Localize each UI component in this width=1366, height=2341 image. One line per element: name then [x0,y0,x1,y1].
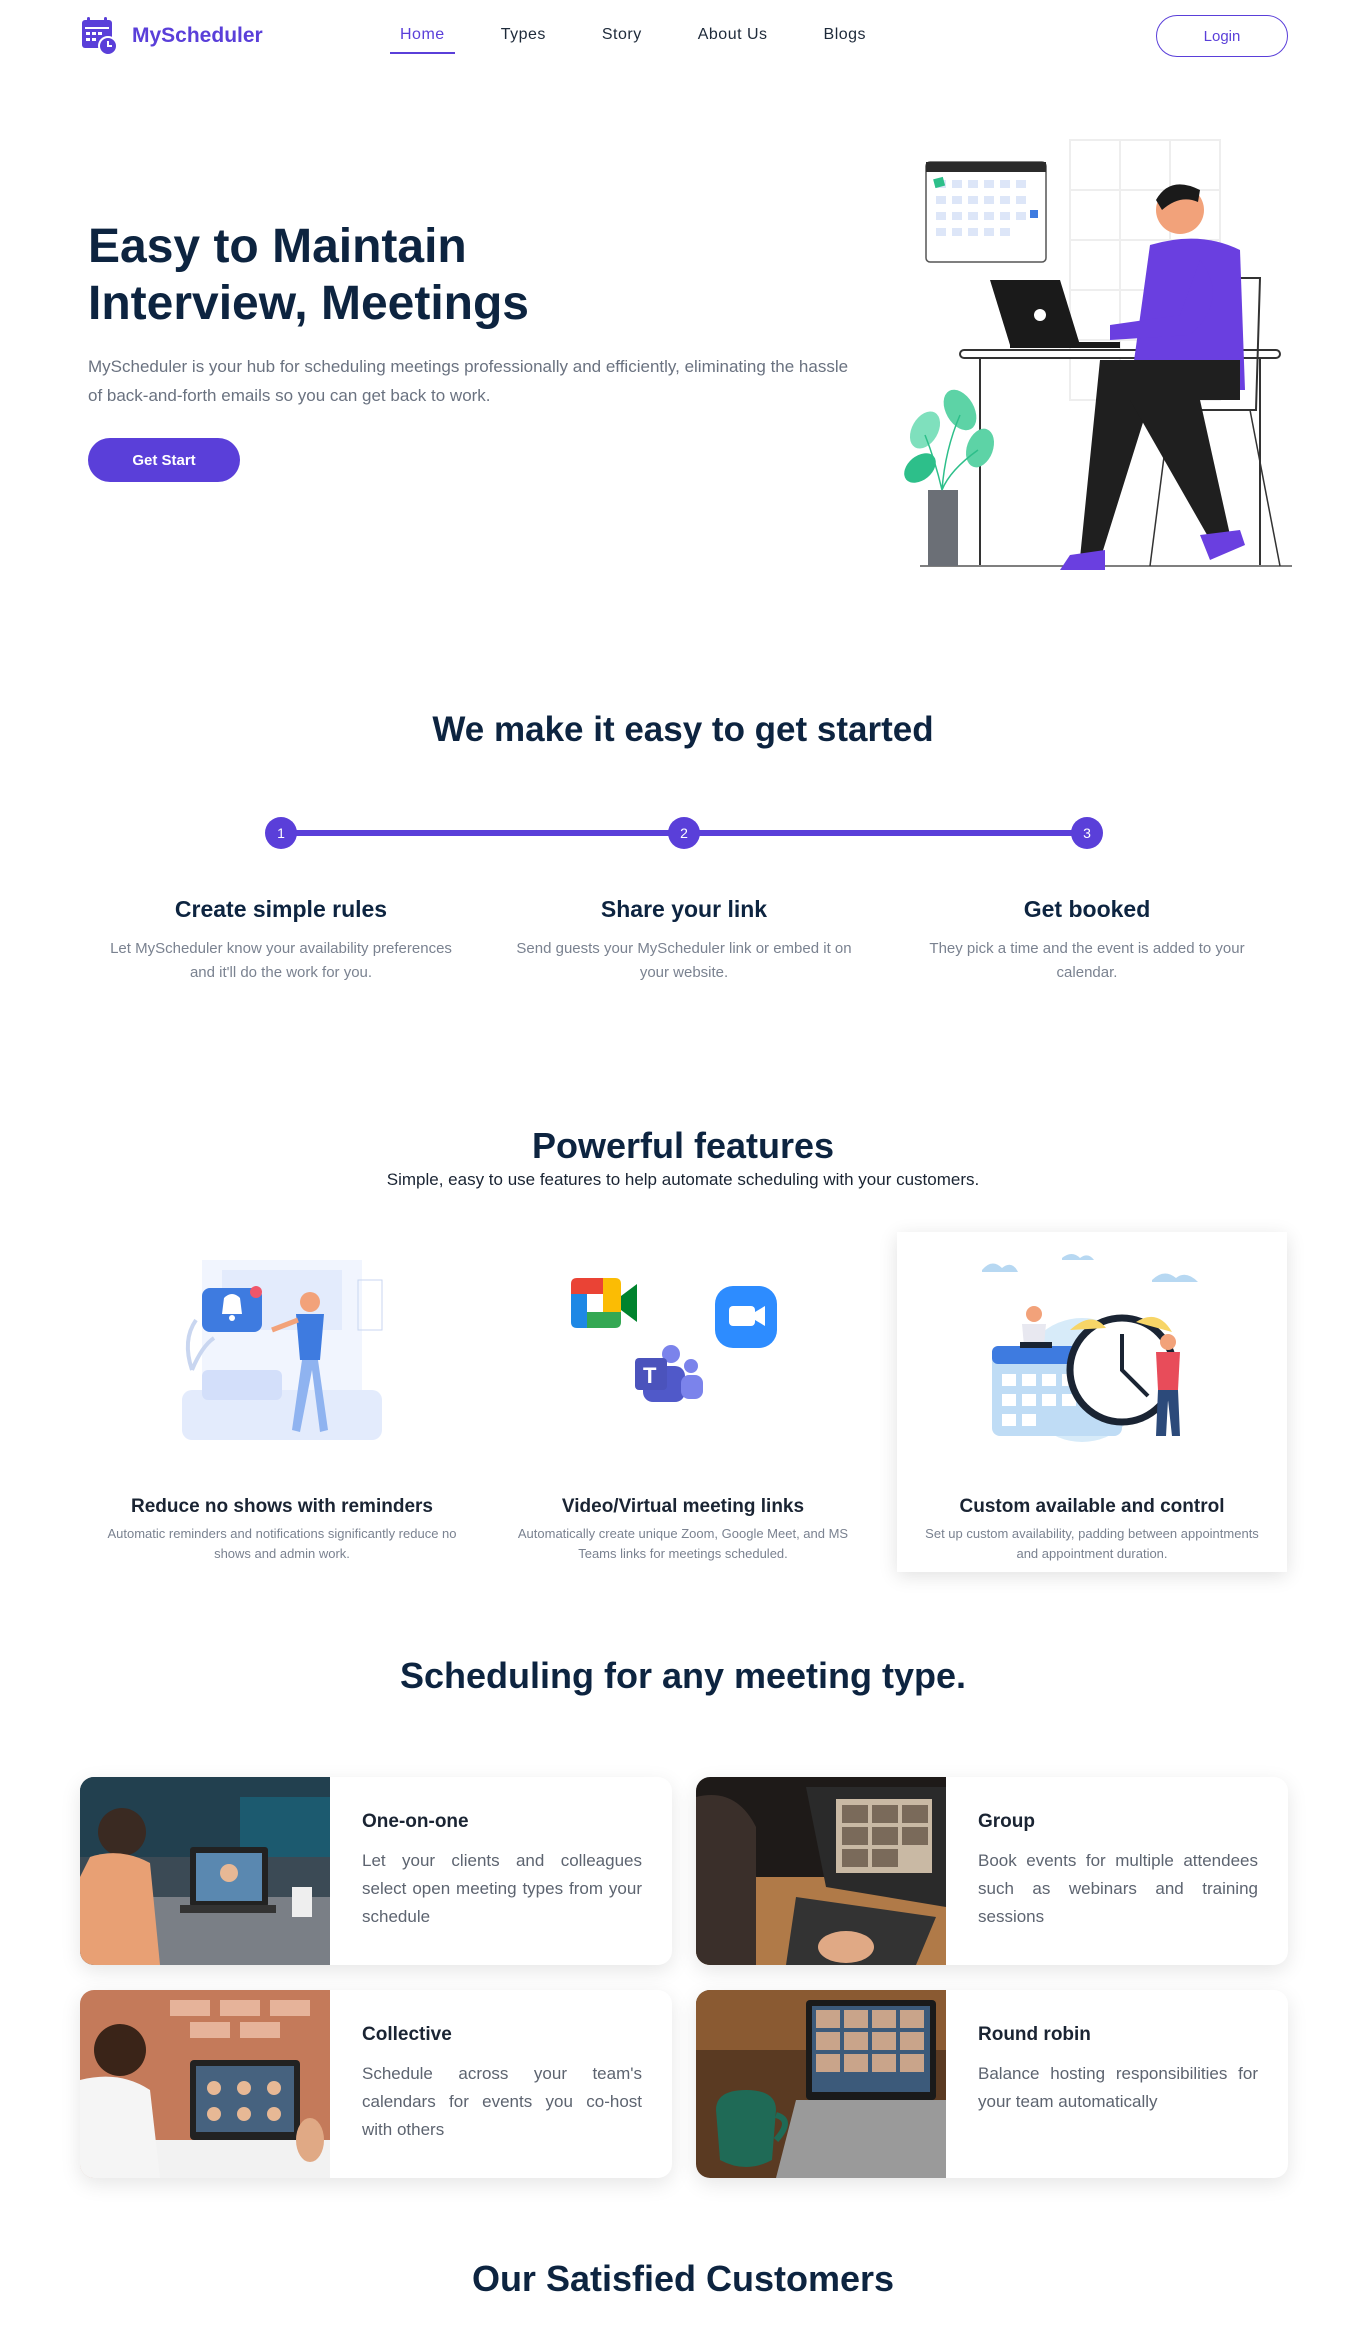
features-title: Powerful features [531,1125,835,1166]
top-navigation: MyScheduler Home Types Story About Us Bl… [0,0,1366,76]
collective-photo [80,1990,330,2178]
feature-title: Video/Virtual meeting links [561,1496,805,1517]
nav-links: Home Types Story About Us Blogs [390,26,922,54]
step-description: Send guests your MyScheduler link or emb… [516,940,852,981]
step-number-2: 2 [668,817,700,849]
brand-name: MyScheduler [132,24,263,47]
meeting-type-card-one-on-one[interactable]: One-on-one Let your clients and colleagu… [80,1777,672,1965]
feature-card-video: T Video/Virtual meeting links Automatica… [488,1232,878,1572]
svg-text:T: T [643,1363,657,1388]
clock-calendar-illustration [982,1254,1198,1442]
feature-card-custom-availability: Custom available and control Set up cust… [897,1232,1287,1572]
calendar-clock-icon [82,17,118,56]
ms-teams-icon: T [635,1345,703,1402]
meeting-type-description: Let your clients and colleagues select o… [362,1851,642,1926]
meeting-type-card-round-robin[interactable]: Round robin Balance hosting responsibili… [696,1990,1288,2178]
step-title: Get booked [1023,896,1151,922]
meeting-types-title: Scheduling for any meeting type. [399,1655,967,1696]
meeting-type-name: Collective [362,2024,452,2045]
hero-description: MyScheduler is your hub for scheduling m… [88,357,849,405]
feature-title: Reduce no shows with reminders [131,1496,433,1517]
login-button[interactable]: Login [1156,15,1288,57]
one-on-one-photo [80,1777,330,1965]
nav-link-story[interactable]: Story [602,26,642,54]
meeting-type-name: One-on-one [362,1811,469,1832]
customers-title: Our Satisfied Customers [471,2258,895,2299]
nav-link-types[interactable]: Types [501,26,546,54]
meeting-type-card-collective[interactable]: Collective Schedule across your team's c… [80,1990,672,2178]
step-card-2: Share your link Send guests your MySched… [504,896,864,985]
feature-description: Automatic reminders and notifications si… [107,1526,457,1561]
steps-title: We make it easy to get started [432,710,934,749]
feature-description: Automatically create unique Zoom, Google… [517,1526,849,1561]
nav-link-about-us[interactable]: About Us [698,26,768,54]
hero-title-line-2: Interview, Meetings [88,277,529,330]
brand[interactable]: MyScheduler [80,16,263,56]
meeting-type-name: Round robin [978,2024,1091,2045]
google-meet-icon [571,1278,637,1328]
step-number-1: 1 [265,817,297,849]
group-photo [696,1777,946,1965]
step-card-3: Get booked They pick a time and the even… [907,896,1267,985]
meeting-type-card-group[interactable]: Group Book events for multiple attendees… [696,1777,1288,1965]
step-card-1: Create simple rules Let MyScheduler know… [101,896,461,985]
nav-link-blogs[interactable]: Blogs [824,26,867,54]
meeting-type-description: Schedule across your team's calendars fo… [362,2064,642,2139]
person-working-illustration [904,139,1292,570]
feature-card-reminders: Reduce no shows with reminders Automatic… [87,1232,477,1572]
feature-description: Set up custom availability, padding betw… [925,1526,1259,1561]
feature-title: Custom available and control [959,1496,1225,1517]
video-apps-illustration: T [571,1278,777,1402]
step-title: Create simple rules [174,896,388,922]
reminder-illustration [182,1260,383,1440]
features-subtitle: Simple, easy to use features to help aut… [386,1170,980,1189]
nav-link-home[interactable]: Home [390,26,455,54]
zoom-icon [715,1286,777,1348]
meeting-type-description: Balance hosting responsibilities for you… [978,2064,1258,2111]
hero-title-line-1: Easy to Maintain [88,220,467,273]
step-title: Share your link [600,896,768,922]
step-description: They pick a time and the event is added … [929,940,1245,981]
hero-title: Easy to Maintain Interview, Meetings [88,218,788,332]
meeting-type-name: Group [978,1811,1035,1832]
meeting-type-description: Book events for multiple attendees such … [978,1851,1258,1926]
step-number-3: 3 [1071,817,1103,849]
get-start-button[interactable]: Get Start [88,438,240,482]
round-robin-photo [696,1990,946,2178]
step-description: Let MyScheduler know your availability p… [110,940,452,981]
